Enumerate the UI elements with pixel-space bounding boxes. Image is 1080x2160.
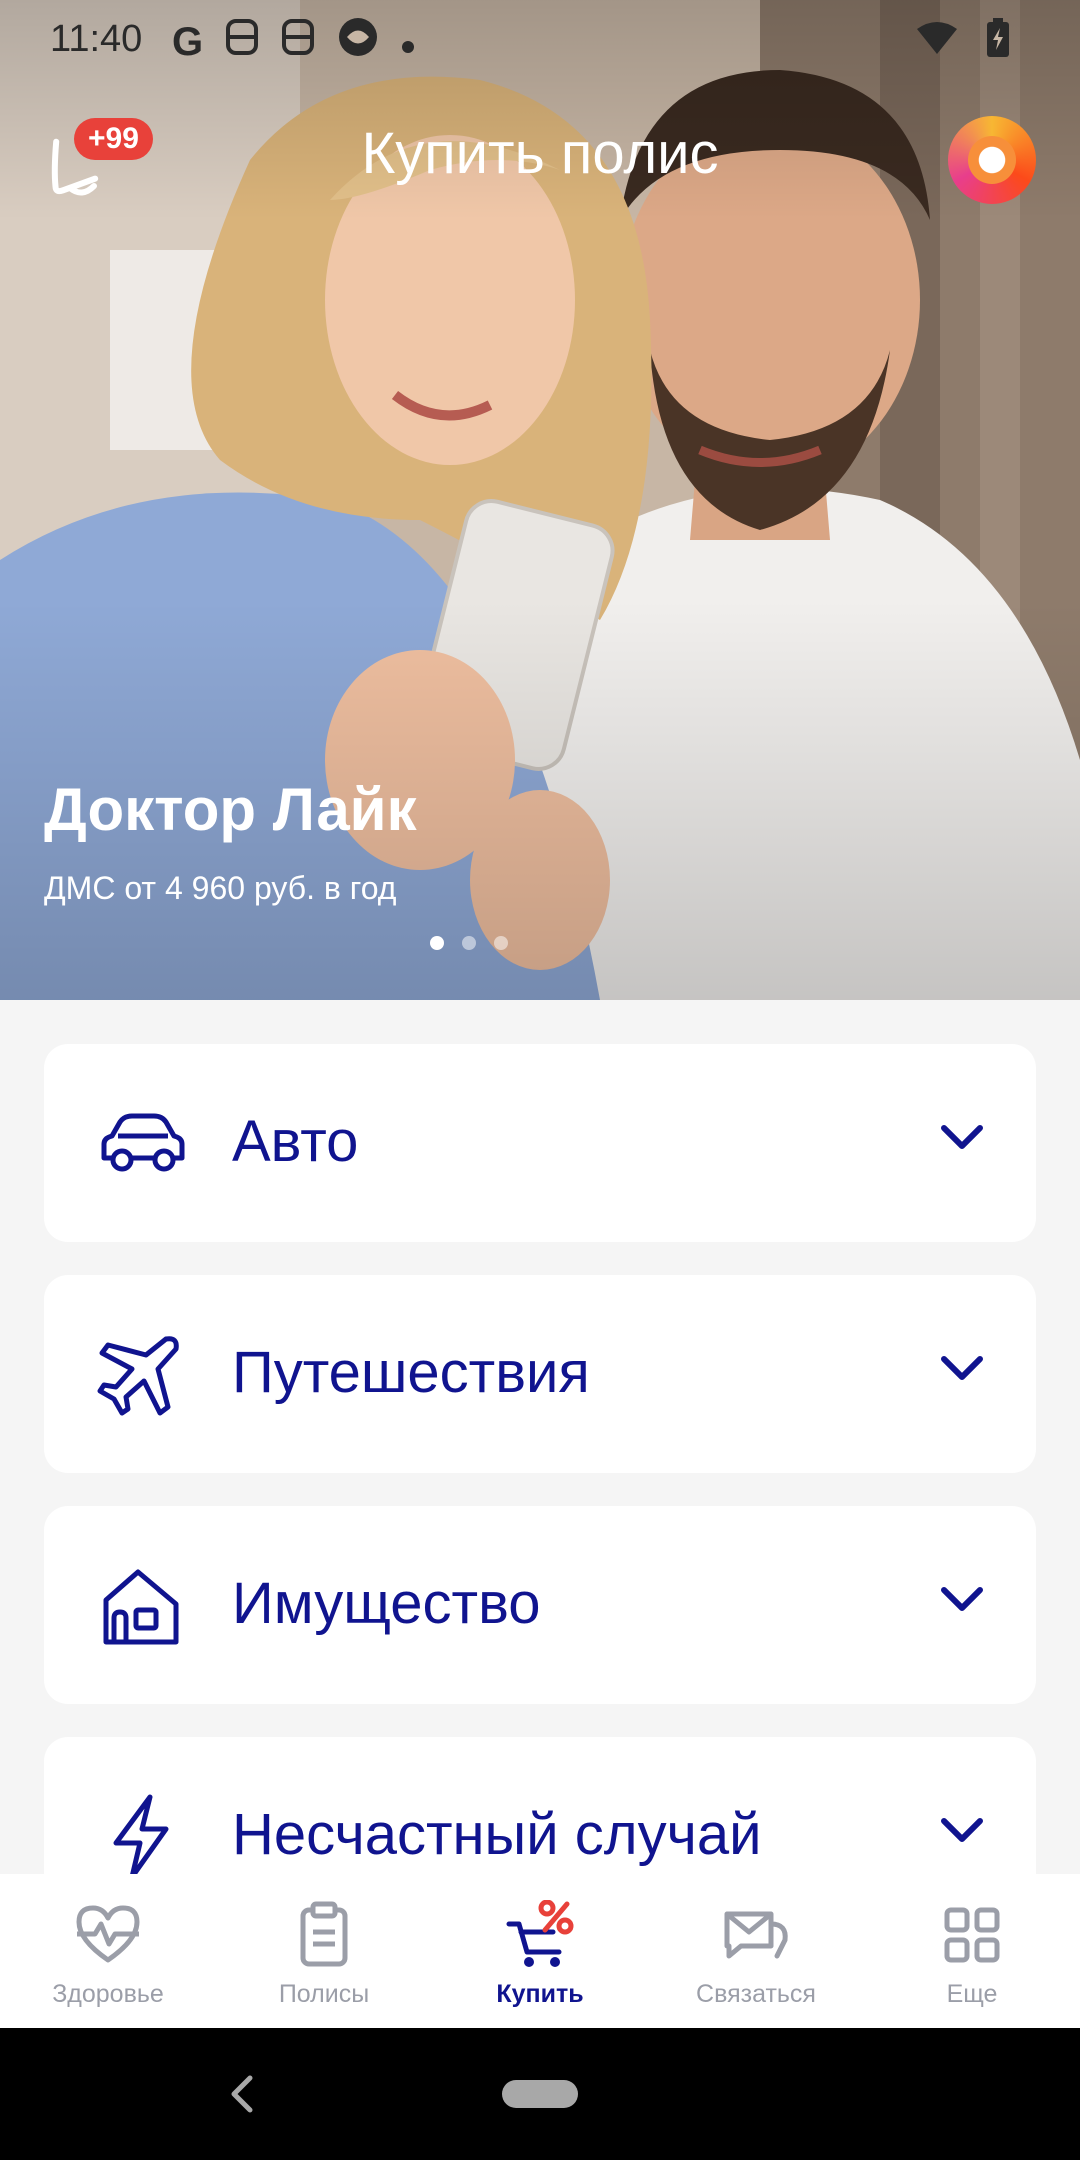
notification-icon [281,17,315,67]
category-property[interactable]: Имущество [44,1506,1036,1704]
lightning-icon [113,1794,169,1880]
chevron-down-icon [941,1125,983,1149]
back-icon[interactable] [226,2074,256,2114]
clipboard-icon [300,1901,348,1967]
app-screen: Доктор Лайк ДМС от 4 960 руб. в год 11:4… [0,0,1080,2160]
chat-icon [724,1911,788,1959]
status-bar: 11:40 G [0,0,1080,80]
category-list: Авто Путешествия Имущество Несчастный сл… [44,1044,1036,1968]
page-title: Купить полис [361,121,719,186]
nav-item-buy[interactable]: Купить [432,1874,648,2028]
category-label: Несчастный случай [232,1802,762,1867]
category-travel[interactable]: Путешествия [44,1275,1036,1473]
nav-label: Полисы [278,1980,370,2008]
status-system-icons [916,18,1010,63]
car-icon [101,1113,185,1172]
app-icon [337,16,379,68]
status-time: 11:40 [50,18,143,60]
nav-item-health[interactable]: Здоровье [0,1874,216,2028]
notification-icon [225,17,259,67]
carousel-dots[interactable] [430,936,508,950]
status-notifications: G [172,16,415,68]
category-label: Путешествия [232,1340,590,1405]
carousel-dot[interactable] [494,936,508,950]
home-pill-button[interactable] [502,2080,578,2108]
grid-icon [944,1907,1000,1963]
wifi-icon [916,21,958,60]
profile-button[interactable] [948,116,1036,204]
battery-icon [986,18,1010,63]
chevron-down-icon [941,1356,983,1380]
chevron-down-icon [941,1818,983,1842]
hero-title: Доктор Лайк [44,776,417,843]
carousel-dot[interactable] [462,936,476,950]
category-label: Имущество [232,1571,541,1636]
airplane-icon [97,1336,179,1416]
nav-label: Здоровье [52,1980,164,2008]
nav-item-contact[interactable]: Связаться [648,1874,864,2028]
category-label: Авто [232,1109,359,1174]
chevron-down-icon [941,1587,983,1611]
carousel-dot-active[interactable] [430,936,444,950]
notification-badge: +99 [74,118,153,160]
nav-label: Купить [496,1980,584,2008]
house-icon [103,1569,179,1645]
bottom-navigation: Здоровье Полисы Купить Связаться Еще [0,1874,1080,2028]
category-auto[interactable]: Авто [44,1044,1036,1242]
nav-item-more[interactable]: Еще [864,1874,1080,2028]
heart-pulse-icon [76,1905,140,1963]
cart-percent-icon [506,1900,574,1967]
hero-subtitle: ДМС от 4 960 руб. в год [44,870,397,906]
nav-item-policies[interactable]: Полисы [216,1874,432,2028]
nav-label: Связаться [696,1980,816,2008]
dot-icon [401,20,415,64]
nav-label: Еще [946,1980,998,2008]
system-navigation-bar [0,2028,1080,2160]
google-icon: G [172,20,204,64]
